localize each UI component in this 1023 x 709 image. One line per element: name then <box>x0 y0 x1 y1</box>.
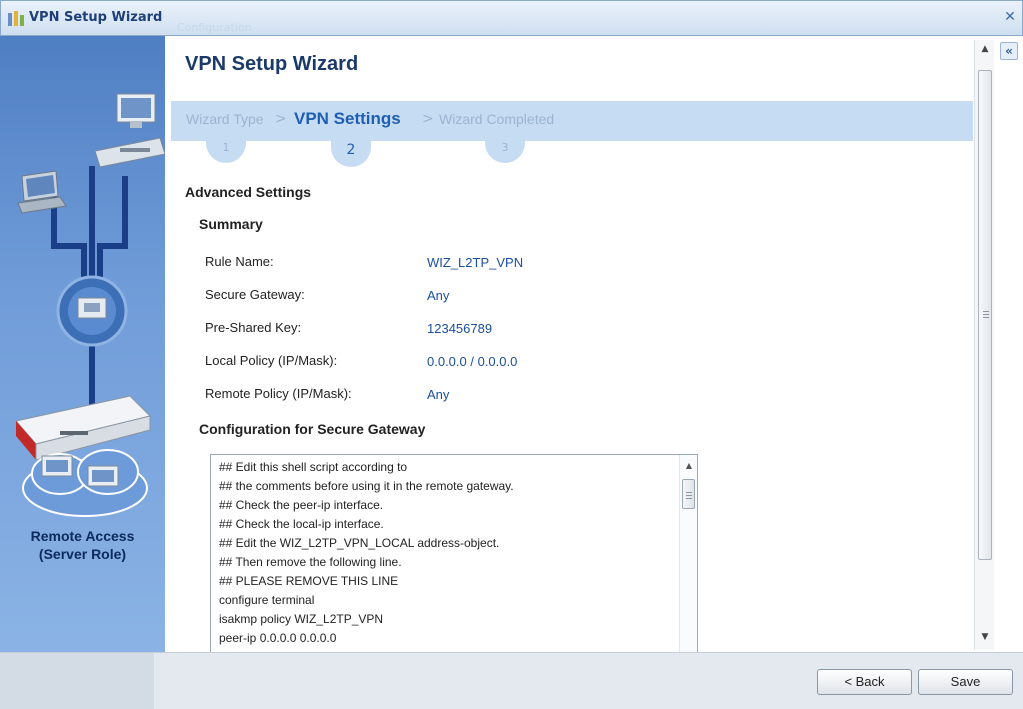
wizard-steps-bar: Wizard Type > VPN Settings > Wizard Comp… <box>171 101 973 141</box>
firewall-device-icon <box>15 395 151 461</box>
step-separator: > <box>275 111 287 127</box>
grip-line <box>686 498 692 499</box>
summary-value-local-policy: 0.0.0.0 / 0.0.0.0 <box>427 354 518 369</box>
back-button[interactable]: < Back <box>817 669 912 695</box>
page-title: VPN Setup Wizard <box>185 53 359 75</box>
footer-left-panel <box>0 653 154 709</box>
close-icon[interactable]: ✕ <box>1002 9 1018 25</box>
double-chevron-left-icon[interactable]: « <box>1000 42 1018 60</box>
summary-label-local-policy: Local Policy (IP/Mask): <box>205 353 338 368</box>
wizard-footer: < Back Save <box>0 652 1023 709</box>
summary-label-secure-gateway: Secure Gateway: <box>205 287 305 302</box>
step-number-2: 2 <box>331 141 371 167</box>
summary-label-pre-shared-key: Pre-Shared Key: <box>205 320 302 335</box>
summary-label-rule-name: Rule Name: <box>205 254 274 269</box>
wizard-main-content: VPN Setup Wizard Wizard Type > VPN Setti… <box>165 36 973 652</box>
script-line: ## Edit the WIZ_L2TP_VPN_LOCAL address-o… <box>219 536 500 550</box>
title-bar: VPN Setup Wizard Configuration ✕ <box>0 0 1023 36</box>
summary-value-secure-gateway: Any <box>427 288 450 303</box>
script-line: ## Then remove the following line. <box>219 555 402 569</box>
script-line: ## PLEASE REMOVE THIS LINE <box>219 574 399 588</box>
grip-line <box>983 317 989 318</box>
config-secure-gateway-heading: Configuration for Secure Gateway <box>199 421 426 437</box>
background-tab-label: Configuration <box>177 21 252 34</box>
step-separator: > <box>422 111 434 127</box>
step-number-1: 1 <box>206 141 246 163</box>
page-scrollbar[interactable]: ▲ ▼ <box>974 40 994 650</box>
step-wizard-type: Wizard Type <box>186 111 264 127</box>
scroll-up-arrow-icon[interactable]: ▲ <box>975 44 995 54</box>
summary-value-rule-name: WIZ_L2TP_VPN <box>427 255 524 270</box>
script-line: ## Edit this shell script according to <box>219 460 408 474</box>
summary-value-remote-policy: Any <box>427 387 450 402</box>
save-button[interactable]: Save <box>918 669 1013 695</box>
script-scroll-thumb[interactable] <box>682 479 695 509</box>
grip-line <box>983 314 989 315</box>
desktop-computer-icon <box>116 93 156 128</box>
grip-line <box>983 311 989 312</box>
step-number-3: 3 <box>485 141 525 163</box>
script-line: peer-ip 0.0.0.0 0.0.0.0 <box>219 631 337 645</box>
server-role-line2: (Server Role) <box>38 546 127 562</box>
script-line: isakmp policy WIZ_L2TP_VPN <box>219 612 384 626</box>
script-scrollbar[interactable]: ▲ <box>679 455 697 652</box>
router-globe-icon <box>56 275 128 347</box>
script-line: ## Check the local-ip interface. <box>219 517 384 531</box>
step-vpn-settings: VPN Settings <box>294 109 401 128</box>
grip-line <box>686 492 692 493</box>
advanced-settings-heading: Advanced Settings <box>185 184 312 200</box>
scroll-up-arrow-icon[interactable]: ▲ <box>680 461 697 470</box>
window-title: VPN Setup Wizard <box>29 10 163 25</box>
summary-label-remote-policy: Remote Policy (IP/Mask): <box>205 386 352 401</box>
network-switch-icon <box>94 137 165 168</box>
summary-value-pre-shared-key: 123456789 <box>427 321 493 336</box>
wizard-illustration-panel: Remote Access (Server Role) <box>0 36 165 652</box>
grip-line <box>686 495 692 496</box>
script-line: ## Check the peer-ip interface. <box>219 498 384 512</box>
wizard-icon <box>8 11 24 26</box>
script-line: configure terminal <box>219 593 315 607</box>
gateway-script-textarea[interactable]: ## Edit this shell script according to #… <box>210 454 698 652</box>
remote-network-cloud-icon <box>22 449 148 517</box>
step-wizard-completed: Wizard Completed <box>439 111 555 127</box>
summary-heading: Summary <box>199 216 263 232</box>
laptop-icon <box>17 170 67 214</box>
page-scroll-thumb[interactable] <box>978 70 992 560</box>
server-role-line1: Remote Access <box>30 528 135 544</box>
script-line: ## the comments before using it in the r… <box>219 479 514 493</box>
scroll-down-arrow-icon[interactable]: ▼ <box>975 632 995 642</box>
